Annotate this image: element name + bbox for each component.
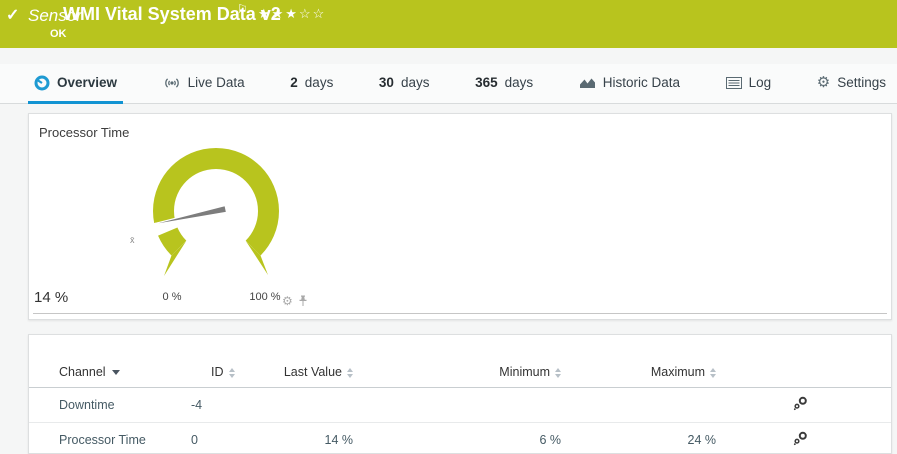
sensor-status-badge: OK [50, 28, 67, 40]
gauge-max-label: 100 % [249, 291, 280, 303]
gauge-toolbar: ⚙ [282, 295, 308, 307]
tab-label: days [400, 75, 430, 90]
channel-id: -4 [183, 387, 273, 423]
tab-label: Historic Data [602, 75, 681, 90]
column-header-minimum[interactable]: Minimum [369, 359, 569, 388]
favorite-flag-icon[interactable]: ⚐ [237, 2, 248, 16]
gauge-current-value: 14 % [34, 289, 69, 306]
sort-desc-icon [111, 370, 120, 376]
gauge-average-marker: x̄ [130, 235, 135, 245]
tab-label: Overview [57, 75, 118, 90]
processor-time-gauge: x̄ 0 % 100 % [130, 148, 281, 303]
channel-minimum [369, 387, 569, 423]
sort-icon [555, 367, 561, 378]
gauge-panel: Processor Time x̄ 0 % 100 % 14 % ⚙ [28, 113, 892, 320]
tab-number: 365 [475, 75, 498, 90]
sort-icon [228, 367, 235, 378]
gauge-settings-icon[interactable]: ⚙ [282, 295, 293, 307]
tab-live-data[interactable]: Live Data [157, 64, 251, 104]
historic-data-icon [579, 78, 595, 88]
channel-id: 0 [183, 422, 273, 453]
pin-icon[interactable] [298, 295, 308, 307]
channel-table: Channel ID Last Value Minimum Maximum Do… [29, 359, 891, 453]
live-data-icon [164, 77, 179, 88]
table-row-downtime[interactable]: Downtime -4 [29, 387, 891, 423]
gauge-icon [34, 75, 50, 90]
column-header-maximum[interactable]: Maximum [569, 359, 724, 388]
priority-stars[interactable]: ★★★☆☆ [258, 6, 326, 22]
tab-number: 2 [290, 75, 298, 90]
channel-name: Downtime [29, 387, 183, 423]
tab-overview[interactable]: Overview [28, 64, 124, 104]
tab-settings[interactable]: ⚙ Settings [811, 64, 892, 104]
sensor-title: WMI Vital System Data v2 [63, 4, 281, 24]
sensor-status-header: ✓ Sensor WMI Vital System Data v2 ⚐ ★★★☆… [0, 0, 897, 48]
column-header-id[interactable]: ID [183, 359, 273, 388]
channel-table-panel: Channel ID Last Value Minimum Maximum Do… [28, 334, 892, 454]
tab-label: Log [748, 75, 772, 90]
channel-settings-icon[interactable] [793, 431, 808, 446]
sort-icon [347, 367, 353, 378]
tab-historic-data[interactable]: Historic Data [573, 64, 686, 104]
column-header-channel[interactable]: Channel [29, 359, 183, 388]
gauge-min-label: 0 % [163, 291, 182, 303]
column-header-last-value[interactable]: Last Value [273, 359, 369, 388]
tab-30-days[interactable]: 30 days [373, 64, 436, 104]
tab-365-days[interactable]: 365 days [469, 64, 539, 104]
tab-bar: Overview Live Data 2 days 30 days 365 da… [0, 64, 897, 104]
tab-log[interactable]: Log [720, 64, 778, 104]
tab-label: Live Data [187, 75, 245, 90]
gauge-panel-separator [33, 313, 887, 314]
log-icon [725, 76, 742, 89]
settings-gear-icon: ⚙ [816, 74, 831, 91]
sort-icon [710, 367, 716, 378]
tab-number: 30 [378, 75, 394, 90]
ok-check-icon: ✓ [6, 7, 20, 24]
channel-last-value [273, 387, 369, 423]
gauge-ring [153, 148, 279, 256]
tab-2-days[interactable]: 2 days [284, 64, 339, 104]
tab-label: Settings [837, 75, 886, 90]
channel-maximum: 24 % [569, 422, 724, 453]
channel-maximum [569, 387, 724, 423]
channel-last-value: 14 % [273, 422, 369, 453]
channel-minimum: 6 % [369, 422, 569, 453]
tab-label: days [304, 75, 334, 90]
table-row-processor-time[interactable]: Processor Time 0 14 % 6 % 24 % [29, 422, 891, 453]
channel-settings-icon[interactable] [793, 396, 808, 411]
channel-name: Processor Time [29, 422, 183, 453]
tab-label: days [504, 75, 534, 90]
channel-table-header-row: Channel ID Last Value Minimum Maximum [29, 359, 891, 388]
